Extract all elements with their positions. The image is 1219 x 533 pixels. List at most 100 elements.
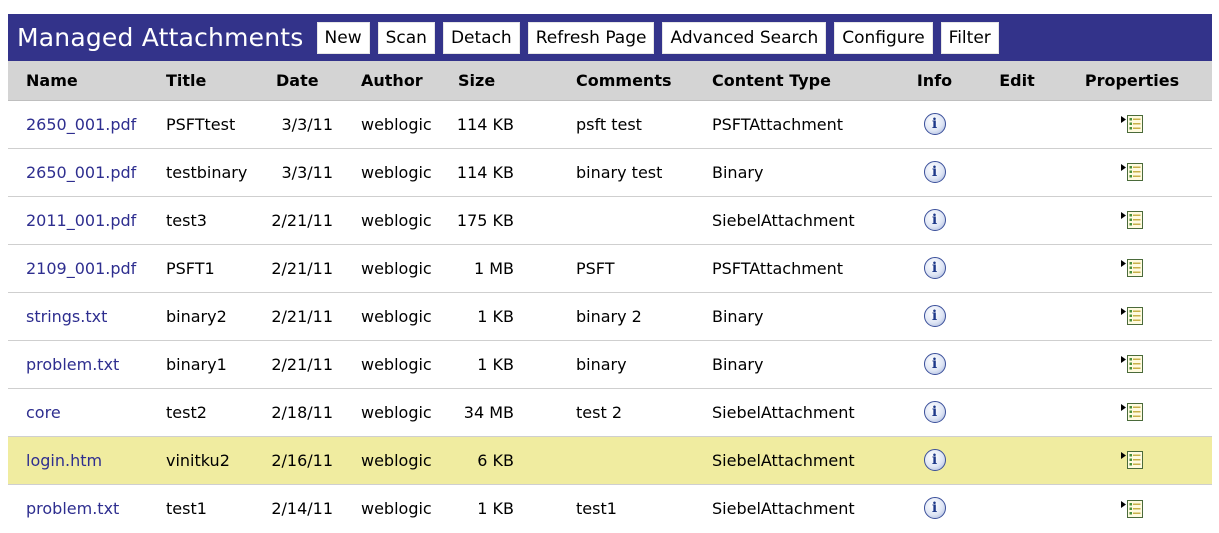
cell-name[interactable]: login.htm (8, 436, 148, 485)
cell-content-type: Binary (694, 340, 887, 389)
attachment-link[interactable]: 2650_001.pdf (26, 163, 136, 182)
cell-author: weblogic (343, 388, 440, 437)
header-row: Name Title Date Author Size Comments Con… (8, 61, 1212, 101)
cell-title: vinitku2 (148, 436, 258, 485)
table-row[interactable]: strings.txt binary2 2/21/11 weblogic 1 K… (8, 292, 1212, 341)
cell-size: 114 KB (440, 148, 550, 197)
column-header-comments[interactable]: Comments (550, 61, 694, 101)
new-button[interactable]: New (316, 21, 370, 54)
cell-date: 2/21/11 (258, 244, 343, 293)
cell-name[interactable]: core (8, 388, 148, 437)
cell-info: i (887, 436, 982, 485)
cell-info: i (887, 148, 982, 197)
attachment-link[interactable]: 2011_001.pdf (26, 211, 136, 230)
attachment-link[interactable]: login.htm (26, 451, 102, 470)
configure-button[interactable]: Configure (834, 21, 933, 54)
column-header-date[interactable]: Date (258, 61, 343, 101)
table-row[interactable]: 2650_001.pdf PSFTtest 3/3/11 weblogic 11… (8, 100, 1212, 149)
cell-edit (982, 196, 1052, 245)
info-icon[interactable]: i (923, 161, 946, 183)
table-row[interactable]: core test2 2/18/11 weblogic 34 MB test 2… (8, 388, 1212, 437)
column-header-name[interactable]: Name (8, 61, 148, 101)
column-header-content-type[interactable]: Content Type (694, 61, 887, 101)
cell-info: i (887, 292, 982, 341)
cell-date: 2/18/11 (258, 388, 343, 437)
info-icon[interactable]: i (923, 257, 946, 279)
info-icon[interactable]: i (923, 497, 946, 520)
table-row[interactable]: login.htm vinitku2 2/16/11 weblogic 6 KB… (8, 436, 1212, 485)
cell-author: weblogic (343, 148, 440, 197)
cell-name[interactable]: 2650_001.pdf (8, 148, 148, 197)
cell-properties (1052, 196, 1212, 245)
properties-icon[interactable] (1120, 354, 1144, 374)
info-icon[interactable]: i (923, 401, 946, 423)
properties-icon[interactable] (1120, 402, 1144, 422)
cell-author: weblogic (343, 196, 440, 245)
cell-edit (982, 388, 1052, 437)
cell-name[interactable]: 2011_001.pdf (8, 196, 148, 245)
properties-icon[interactable] (1120, 258, 1144, 278)
detach-button[interactable]: Detach (442, 21, 520, 54)
cell-author: weblogic (343, 292, 440, 341)
properties-icon[interactable] (1120, 499, 1144, 519)
properties-icon[interactable] (1120, 210, 1144, 230)
attachment-link[interactable]: problem.txt (26, 499, 119, 518)
cell-date: 2/16/11 (258, 436, 343, 485)
cell-comments (550, 436, 694, 485)
info-icon[interactable]: i (923, 209, 946, 231)
info-icon[interactable]: i (923, 353, 946, 375)
info-icon[interactable]: i (923, 449, 946, 471)
cell-date: 2/21/11 (258, 292, 343, 341)
column-header-size[interactable]: Size (440, 61, 550, 101)
cell-name[interactable]: 2109_001.pdf (8, 244, 148, 293)
cell-date: 2/21/11 (258, 340, 343, 389)
cell-content-type: SiebelAttachment (694, 436, 887, 485)
filter-button[interactable]: Filter (940, 21, 999, 54)
cell-edit (982, 100, 1052, 149)
cell-size: 34 MB (440, 388, 550, 437)
attachment-link[interactable]: strings.txt (26, 307, 107, 326)
cell-content-type: SiebelAttachment (694, 484, 887, 532)
cell-date: 3/3/11 (258, 100, 343, 149)
properties-icon[interactable] (1120, 114, 1144, 134)
info-icon[interactable]: i (923, 113, 946, 135)
cell-title: binary1 (148, 340, 258, 389)
attachment-link[interactable]: core (26, 403, 61, 422)
table-row[interactable]: problem.txt test1 2/14/11 weblogic 1 KB … (8, 484, 1212, 532)
cell-title: binary2 (148, 292, 258, 341)
cell-content-type: PSFTAttachment (694, 100, 887, 149)
column-header-title[interactable]: Title (148, 61, 258, 101)
table-row[interactable]: 2650_001.pdf testbinary 3/3/11 weblogic … (8, 148, 1212, 197)
properties-icon[interactable] (1120, 306, 1144, 326)
cell-name[interactable]: problem.txt (8, 340, 148, 389)
attachment-link[interactable]: 2109_001.pdf (26, 259, 136, 278)
cell-info: i (887, 484, 982, 532)
table-row[interactable]: problem.txt binary1 2/21/11 weblogic 1 K… (8, 340, 1212, 389)
scan-button[interactable]: Scan (377, 21, 435, 54)
table-row[interactable]: 2109_001.pdf PSFT1 2/21/11 weblogic 1 MB… (8, 244, 1212, 293)
cell-size: 1 KB (440, 292, 550, 341)
cell-title: test2 (148, 388, 258, 437)
cell-size: 1 KB (440, 340, 550, 389)
cell-name[interactable]: strings.txt (8, 292, 148, 341)
column-header-author[interactable]: Author (343, 61, 440, 101)
cell-name[interactable]: problem.txt (8, 484, 148, 532)
toolbar: Managed Attachments New Scan Detach Refr… (8, 14, 1212, 61)
cell-date: 3/3/11 (258, 148, 343, 197)
attachment-link[interactable]: problem.txt (26, 355, 119, 374)
advanced-search-button[interactable]: Advanced Search (662, 21, 827, 54)
refresh-page-button[interactable]: Refresh Page (527, 21, 655, 54)
properties-icon[interactable] (1120, 450, 1144, 470)
cell-comments: test 2 (550, 388, 694, 437)
cell-name[interactable]: 2650_001.pdf (8, 100, 148, 149)
table-row[interactable]: 2011_001.pdf test3 2/21/11 weblogic 175 … (8, 196, 1212, 245)
cell-edit (982, 484, 1052, 532)
cell-title: test3 (148, 196, 258, 245)
cell-comments: binary (550, 340, 694, 389)
properties-icon[interactable] (1120, 162, 1144, 182)
info-icon[interactable]: i (923, 305, 946, 327)
cell-comments: binary test (550, 148, 694, 197)
cell-date: 2/14/11 (258, 484, 343, 532)
managed-attachments-panel: Managed Attachments New Scan Detach Refr… (8, 14, 1212, 533)
attachment-link[interactable]: 2650_001.pdf (26, 115, 136, 134)
